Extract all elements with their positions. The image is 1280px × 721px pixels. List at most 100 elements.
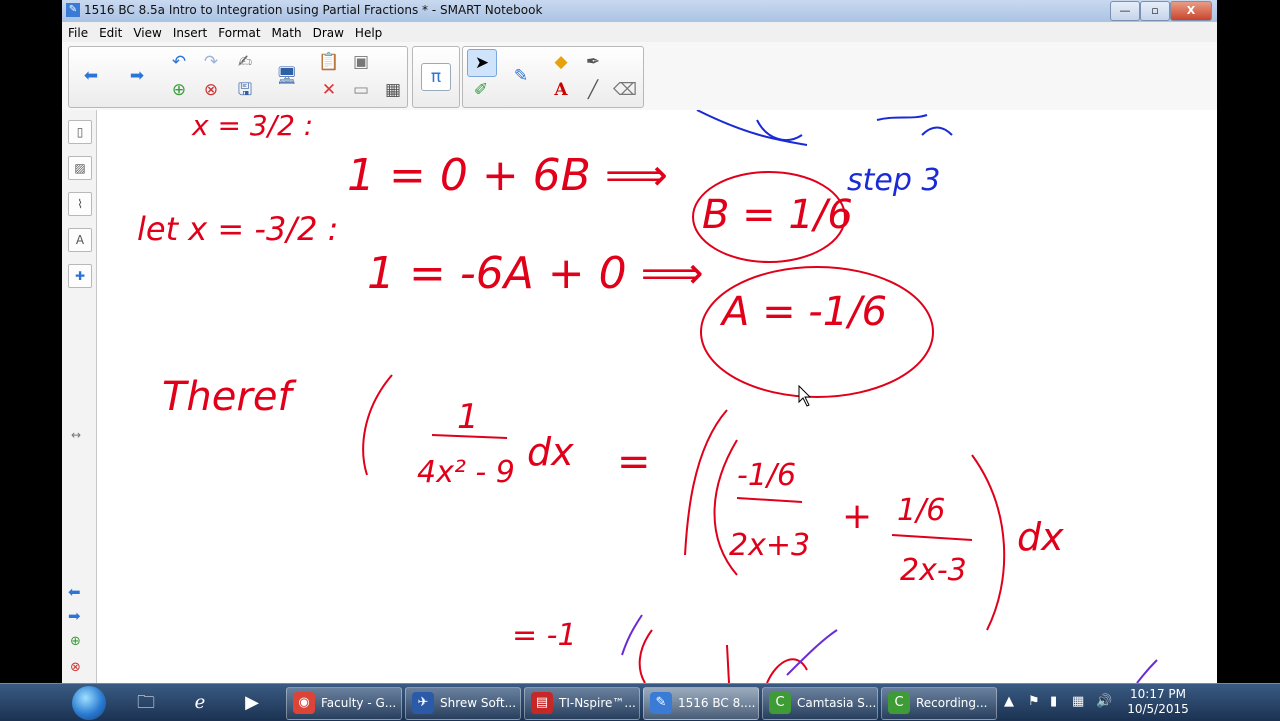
bottom-paren-left — [638, 629, 653, 683]
addons-icon[interactable]: ✚ — [68, 264, 92, 288]
redo-icon[interactable]: ↷ — [197, 49, 225, 75]
menu-file[interactable]: File — [62, 23, 93, 41]
maximize-button[interactable]: ▫ — [1140, 1, 1170, 21]
text-tool-icon[interactable]: A — [547, 77, 575, 103]
taskbar-app-shrew[interactable]: ✈ Shrew Soft... — [405, 687, 521, 720]
add-page-icon[interactable]: ⊕ — [165, 77, 193, 103]
bottom-stroke-2 — [766, 658, 808, 683]
close-button[interactable]: X — [1170, 1, 1212, 21]
back-arrow-icon[interactable]: ⬅ — [77, 63, 105, 89]
clock-date: 10/5/2015 — [1127, 702, 1189, 716]
line1-left: x = 3/2 : — [191, 110, 313, 142]
math-tools-button[interactable]: π — [421, 63, 451, 91]
camtasia-icon: C — [769, 692, 791, 714]
taskbar-app-notebook[interactable]: ✎ 1516 BC 8.... — [643, 687, 759, 720]
gallery-icon[interactable]: ▨ — [68, 156, 92, 180]
power-icon[interactable]: ▮ — [1050, 694, 1057, 709]
display-icon[interactable]: 🖥 — [273, 63, 301, 89]
system-tray: ▲ ⚑ ▮ ▦ 🔊 10:17 PM 10/5/2015 — [1000, 684, 1280, 721]
line2-result: A = -1/6 — [719, 289, 887, 335]
pen-settings-icon[interactable]: ✍ — [231, 49, 259, 75]
bottom-partial: = -1 — [512, 618, 577, 653]
title-bar: ✎ 1516 BC 8.5a Intro to Integration usin… — [62, 0, 1217, 23]
menu-help[interactable]: Help — [349, 23, 387, 41]
delete-page-icon[interactable]: ⊗ — [197, 77, 225, 103]
action-center-icon[interactable]: ⚑ — [1028, 694, 1040, 709]
plus-sign: + — [842, 496, 872, 537]
smart-notebook-window: ✎ 1516 BC 8.5a Intro to Integration usin… — [62, 0, 1217, 683]
explorer-icon[interactable]: 🗀 — [126, 687, 166, 718]
undo-icon[interactable]: ↶ — [165, 49, 193, 75]
therefore-text: Theref — [162, 374, 297, 420]
recording-icon: C — [888, 692, 910, 714]
menu-insert[interactable]: Insert — [167, 23, 212, 41]
menu-edit[interactable]: Edit — [93, 23, 127, 41]
menu-math[interactable]: Math — [266, 23, 307, 41]
eraser-icon[interactable]: ⌫ — [611, 77, 639, 103]
paste-icon[interactable]: 📋 — [315, 49, 343, 75]
next-page-icon[interactable]: ➡ — [68, 607, 81, 625]
notebook-icon: ✎ — [650, 692, 672, 714]
pen-tool-icon[interactable]: ✎ — [507, 63, 535, 89]
media-player-icon[interactable]: ▶ — [232, 687, 272, 718]
menu-view[interactable]: View — [127, 23, 166, 41]
toolbar-group-tools: ➤ ✎ ◆ ✒ ✐ A ╱ ⌫ — [462, 46, 644, 108]
line2-eq: 1 = -6A + 0 ⟹ — [367, 248, 704, 299]
screen-capture-icon[interactable]: ▣ — [347, 49, 375, 75]
side-delete-page-icon[interactable]: ⊗ — [70, 660, 81, 675]
table-icon[interactable]: ▦ — [379, 77, 407, 103]
purple-strokes — [621, 614, 1158, 683]
windows-start-button[interactable] — [72, 686, 106, 720]
attachments-icon[interactable]: ⌇ — [68, 192, 92, 216]
minimize-button[interactable]: — — [1110, 1, 1140, 21]
dx2-label: dx — [1017, 515, 1064, 559]
prev-page-icon[interactable]: ⬅ — [68, 583, 81, 601]
equals-sign: = — [617, 439, 651, 485]
menu-bar: File Edit View Insert Format Math Draw Help — [62, 22, 1217, 42]
line-tool-icon[interactable]: ╱ — [579, 77, 607, 103]
line2-left: let x = -3/2 : — [137, 210, 338, 248]
left-paren-outer — [684, 409, 728, 556]
save-icon[interactable]: 🖫 — [231, 77, 259, 103]
chrome-icon: ◉ — [293, 692, 315, 714]
taskbar-app-recording[interactable]: C Recording... — [881, 687, 997, 720]
taskbar: 🗀 ℯ ▶ ◉ Faculty - G... ✈ Shrew Soft... ▤… — [0, 683, 1280, 721]
taskbar-app-camtasia[interactable]: C Camtasia S... — [762, 687, 878, 720]
properties-icon[interactable]: A — [68, 228, 92, 252]
right-paren — [971, 454, 1006, 631]
clock-time: 10:17 PM — [1130, 687, 1186, 701]
taskbar-app-ti-nspire[interactable]: ▤ TI-Nspire™... — [524, 687, 640, 720]
calculator-icon: ▤ — [531, 692, 553, 714]
magic-pen-icon[interactable]: ✒ — [579, 49, 607, 75]
side-add-page-icon[interactable]: ⊕ — [70, 634, 81, 649]
menu-draw[interactable]: Draw — [307, 23, 349, 41]
page-sorter-icon[interactable]: ▯ — [68, 120, 92, 144]
delete-icon[interactable]: ✕ — [315, 77, 343, 103]
internet-explorer-icon[interactable]: ℯ — [180, 687, 220, 718]
clock[interactable]: 10:17 PM 10/5/2015 — [1118, 687, 1198, 717]
line1-result: B = 1/6 — [702, 192, 853, 238]
creative-pens-icon[interactable]: ✐ — [467, 77, 495, 103]
screen-shade-icon[interactable]: ▭ — [347, 77, 375, 103]
menu-format[interactable]: Format — [212, 23, 265, 41]
blue-note: step 3 — [847, 163, 941, 198]
toolbar-group-main: ⬅ ➡ ↶ ↷ ✍ ⊕ ⊗ 🖫 🖥 📋 ▣ ✕ ▭ ▦ — [68, 46, 408, 108]
fraction-bar-1 — [736, 497, 803, 503]
taskbar-app-faculty[interactable]: ◉ Faculty - G... — [286, 687, 402, 720]
window-title: 1516 BC 8.5a Intro to Integration using … — [84, 3, 543, 17]
fraction1-denominator: 2x+3 — [729, 528, 810, 563]
fraction2-denominator: 2x-3 — [900, 553, 967, 588]
line1-eq: 1 = 0 + 6B ⟹ — [347, 150, 668, 201]
fraction-bar-2 — [891, 534, 973, 541]
dx-label: dx — [527, 430, 574, 474]
resize-handle-icon[interactable]: ↔ — [71, 428, 81, 442]
handwriting-layer: step 3 x = 3/2 : 1 = 0 + 6B ⟹ B = 1/6 le… — [137, 109, 1158, 683]
vpn-icon: ✈ — [412, 692, 434, 714]
forward-arrow-icon[interactable]: ➡ — [123, 63, 151, 89]
shapes-icon[interactable]: ◆ — [547, 49, 575, 75]
notebook-page-canvas[interactable]: step 3 x = 3/2 : 1 = 0 + 6B ⟹ B = 1/6 le… — [97, 109, 1217, 683]
volume-icon[interactable]: 🔊 — [1096, 694, 1112, 709]
tray-expand-icon[interactable]: ▲ — [1004, 694, 1014, 709]
select-pointer-icon[interactable]: ➤ — [467, 49, 497, 77]
network-icon[interactable]: ▦ — [1072, 694, 1084, 709]
